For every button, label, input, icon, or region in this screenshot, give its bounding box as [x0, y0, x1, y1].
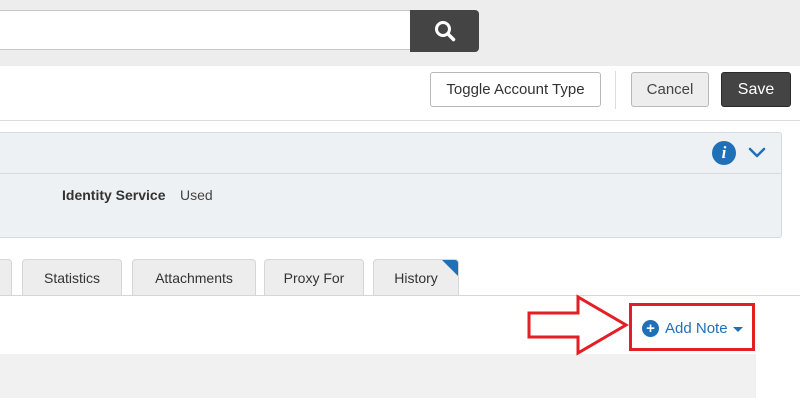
action-toolbar: Toggle Account Type Cancel Save: [0, 66, 800, 121]
cancel-button[interactable]: Cancel: [631, 72, 709, 107]
tab-statistics[interactable]: Statistics: [22, 259, 122, 295]
identity-service-value: Used: [180, 187, 213, 203]
highlight-box-annotation: [629, 303, 755, 351]
chevron-down-icon[interactable]: [748, 145, 766, 159]
search-icon: [434, 21, 455, 42]
tab-history-label: History: [394, 269, 438, 286]
tab-proxy-for[interactable]: Proxy For: [264, 259, 364, 295]
toggle-account-type-button[interactable]: Toggle Account Type: [430, 72, 601, 107]
notes-list-area: [0, 354, 756, 398]
save-button[interactable]: Save: [721, 72, 791, 107]
search-input[interactable]: [0, 10, 410, 50]
tab-attachments[interactable]: Attachments: [132, 259, 256, 295]
panel-header: i: [0, 133, 781, 174]
identity-service-label: Identity Service: [62, 187, 166, 203]
user-summary-panel: i Identity Service Used: [0, 132, 782, 238]
tabs-divider: [0, 295, 800, 296]
search-button[interactable]: [410, 10, 479, 52]
tab-partial[interactable]: [0, 259, 12, 295]
search-bar: [0, 0, 800, 66]
red-arrow-annotation: [527, 294, 629, 356]
info-icon[interactable]: i: [712, 141, 736, 165]
toolbar-divider: [615, 71, 616, 109]
corner-marker-icon: [442, 260, 458, 276]
tab-history[interactable]: History: [373, 259, 459, 295]
